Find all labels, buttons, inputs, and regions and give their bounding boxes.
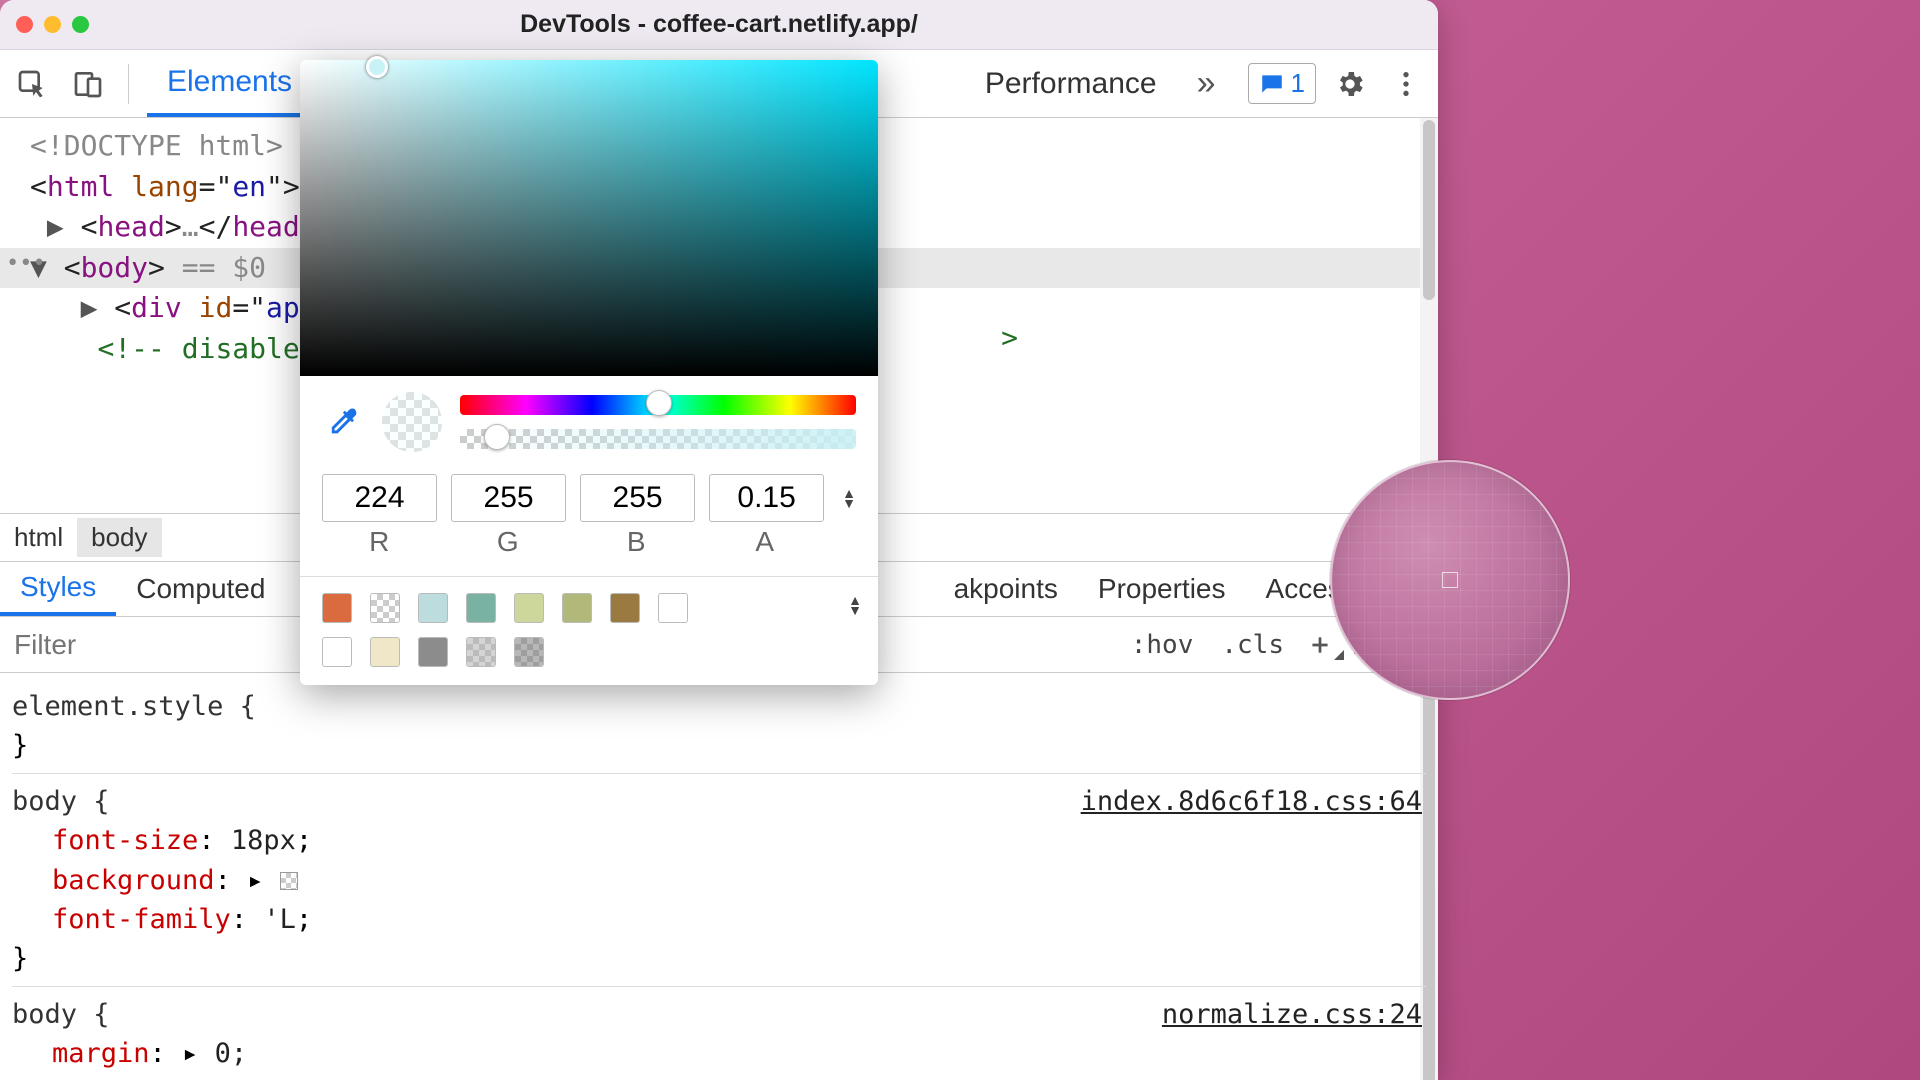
css-rule[interactable]: index.8d6c6f18.css:64body {font-size: 18… [12,774,1426,987]
hue-thumb[interactable] [646,390,672,416]
separator [128,64,129,104]
css-rule[interactable]: element.style {} [12,679,1426,774]
css-rule[interactable]: normalize.css:24body {margin: ▸ 0;} [12,987,1426,1080]
swatch[interactable] [466,637,496,667]
hov-toggle[interactable]: :hov [1117,630,1208,660]
crumb-html[interactable]: html [0,518,77,557]
a-input[interactable]: 0.15 [709,474,824,522]
eyedropper-loupe[interactable] [1330,460,1570,700]
rgba-labels: R G B A [300,526,878,572]
dom-scrollbar[interactable] [1420,118,1438,513]
swatch[interactable] [418,637,448,667]
source-link[interactable]: normalize.css:24 [1162,995,1422,1034]
swatch-stepper[interactable]: ▲▼ [848,595,862,615]
color-picker: 224 255 255 0.15 ▲▼ R G B A ▲▼ [300,60,878,685]
more-menu-icon[interactable] [1384,62,1428,106]
comment-tail: > [1001,321,1018,354]
swatch[interactable] [610,593,640,623]
devtools-window: DevTools - coffee-cart.netlify.app/ Elem… [0,0,1438,1080]
crumb-body[interactable]: body [77,518,161,557]
inspect-element-icon[interactable] [10,62,54,106]
source-link[interactable]: index.8d6c6f18.css:64 [1081,782,1422,821]
styles-pane[interactable]: element.style {}index.8d6c6f18.css:64bod… [0,673,1438,1080]
format-stepper[interactable]: ▲▼ [842,488,856,508]
hue-slider[interactable] [460,395,856,415]
issues-count: 1 [1291,68,1305,99]
r-input[interactable]: 224 [322,474,437,522]
swatch[interactable] [370,637,400,667]
titlebar: DevTools - coffee-cart.netlify.app/ [0,0,1438,50]
alpha-thumb[interactable] [484,424,510,450]
alpha-slider[interactable] [460,429,856,449]
b-input[interactable]: 255 [580,474,695,522]
window-title: DevTools - coffee-cart.netlify.app/ [0,10,1438,39]
swatch[interactable] [418,593,448,623]
panel-tabs-right: Performance » [965,50,1236,117]
tabs-overflow[interactable]: » [1177,50,1236,117]
swatch[interactable] [322,637,352,667]
sv-cursor[interactable] [366,56,388,78]
device-toolbar-icon[interactable] [66,62,110,106]
cls-toggle[interactable]: .cls [1207,630,1298,660]
subtab-breakpoints[interactable]: akpoints [934,562,1078,616]
swatch[interactable] [370,593,400,623]
panel-tabs: Elements [147,50,312,117]
subtab-styles[interactable]: Styles [0,562,116,616]
swatch[interactable] [562,593,592,623]
g-input[interactable]: 255 [451,474,566,522]
saturation-value-field[interactable] [300,60,878,376]
swatch[interactable] [658,593,688,623]
swatch[interactable] [466,593,496,623]
settings-icon[interactable] [1328,62,1372,106]
tab-elements[interactable]: Elements [147,50,312,117]
swatch[interactable] [514,593,544,623]
color-preview [382,392,442,452]
issues-badge[interactable]: 1 [1248,63,1316,104]
tab-performance[interactable]: Performance [965,50,1177,117]
subtab-properties[interactable]: Properties [1078,562,1246,616]
eyedropper-icon[interactable] [322,401,364,443]
color-swatches: ▲▼ [300,581,878,685]
subtab-computed[interactable]: Computed [116,562,285,616]
swatch[interactable] [322,593,352,623]
swatch[interactable] [514,637,544,667]
